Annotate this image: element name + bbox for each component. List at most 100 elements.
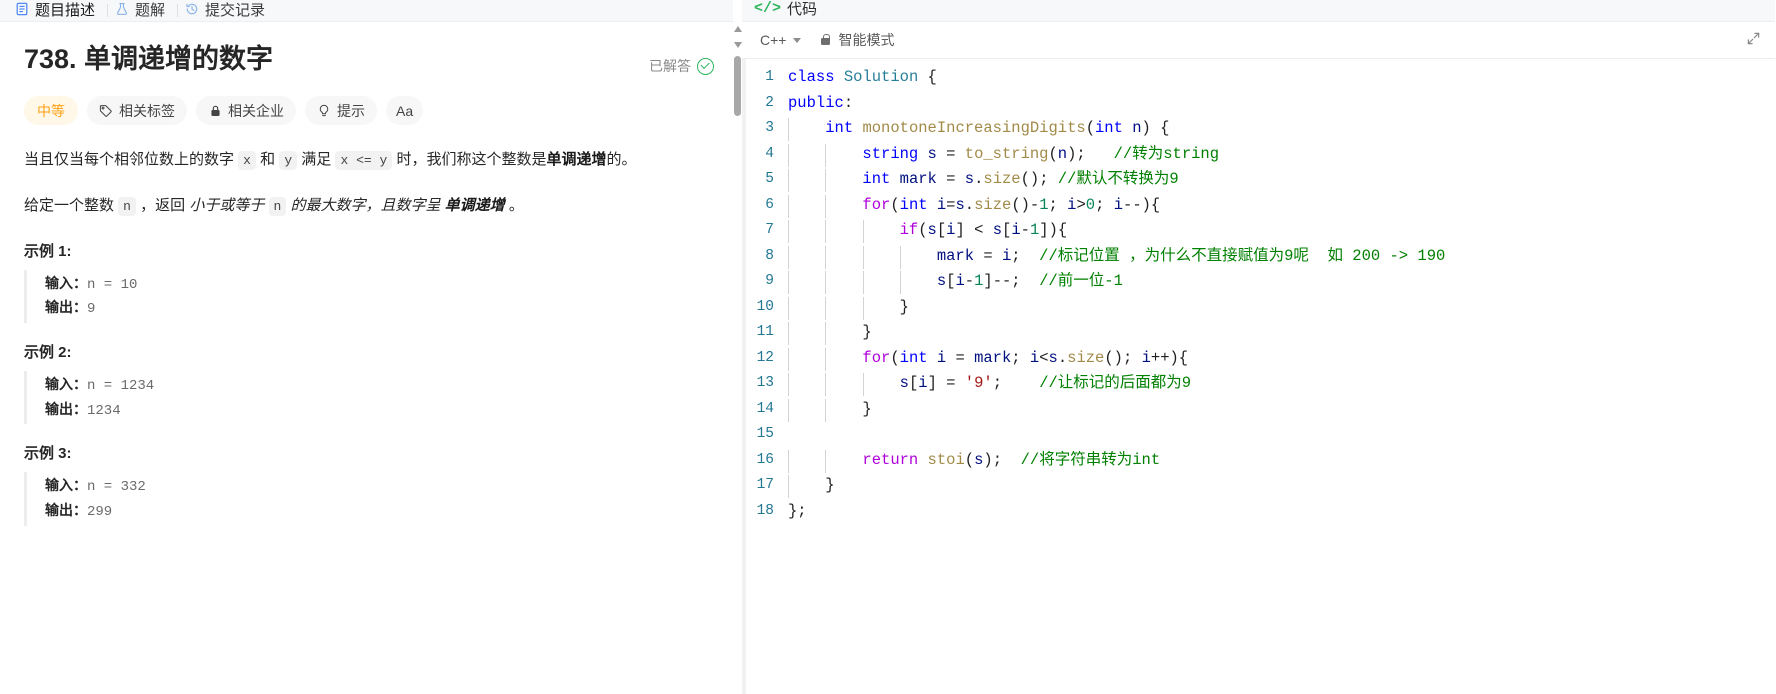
lock-icon: [819, 33, 831, 47]
meta-pill-row: 中等 相关标签 相关企业 提示 Aa: [24, 96, 714, 126]
description-paragraph-2: 给定一个整数 n ，返回 小于或等于 n 的最大数字，且数字呈 单调递增 。: [24, 193, 714, 219]
line-number: 11: [756, 324, 774, 340]
scroll-down-arrow[interactable]: [733, 40, 742, 52]
code-line-text[interactable]: return stoi(s); //将字符串转为int: [788, 448, 1160, 474]
code-line[interactable]: 8 mark = i; //标记位置 ，为什么不直接赋值为9呢 如 200 ->…: [742, 244, 1775, 270]
status-badge: 已解答: [649, 56, 714, 76]
code-line-text[interactable]: string s = to_string(n); //转为string: [788, 142, 1219, 168]
code-line[interactable]: 9 s[i-1]--; //前一位-1: [742, 269, 1775, 295]
tab-solutions[interactable]: 题解: [108, 0, 177, 21]
code-panel: </> 代码 C++ 智能模式 1 class Solution {2 public…: [742, 0, 1775, 694]
line-number: 1: [765, 69, 774, 85]
code-line-text[interactable]: s[i] = '9'; //让标记的后面都为9: [788, 371, 1191, 397]
problem-description: 当且仅当每个相邻位数上的数字 x 和 y 满足 x <= y 时，我们称这个整数…: [24, 147, 714, 220]
hint-label: 提示: [337, 102, 365, 119]
code-line-text[interactable]: };: [788, 499, 807, 525]
tag-icon: [99, 104, 113, 118]
code-line-text[interactable]: }: [788, 473, 835, 499]
line-number: 14: [756, 400, 774, 417]
desc-text: 和: [255, 151, 280, 169]
example-title: 示例 1:: [24, 242, 72, 260]
scroll-up-arrow[interactable]: [733, 24, 742, 36]
difficulty-badge[interactable]: 中等: [24, 96, 78, 126]
code-line-text[interactable]: for(int i=s.size()-1; i>0; i--){: [788, 193, 1160, 219]
scrollbar-thumb[interactable]: [734, 56, 741, 116]
related-companies-label: 相关企业: [228, 102, 284, 119]
code-line[interactable]: 11 }: [742, 320, 1775, 346]
code-line-text[interactable]: if(s[i] < s[i-1]){: [788, 218, 1067, 244]
line-number: 7: [765, 222, 774, 238]
line-number: 5: [765, 171, 774, 187]
code-line[interactable]: 7 if(s[i] < s[i-1]){: [742, 218, 1775, 244]
tab-description[interactable]: 题目描述: [8, 0, 107, 21]
code-line[interactable]: 10 }: [742, 295, 1775, 321]
code-line[interactable]: 16 return stoi(s); //将字符串转为int: [742, 448, 1775, 474]
smart-mode-label: 智能模式: [838, 32, 895, 48]
example-block: 输入：n = 1234 输出：1234: [24, 370, 714, 425]
code-line-text[interactable]: mark = i; //标记位置 ，为什么不直接赋值为9呢 如 200 -> 1…: [788, 244, 1445, 270]
code-line-text[interactable]: public:: [788, 91, 853, 117]
smart-mode-toggle[interactable]: 智能模式: [819, 30, 894, 50]
font-size-button[interactable]: Aa: [386, 96, 424, 126]
desc-text: 的。: [606, 151, 637, 169]
code-line[interactable]: 18};: [742, 499, 1775, 525]
code-line-text[interactable]: class Solution {: [788, 65, 937, 91]
expand-icon[interactable]: [1746, 31, 1761, 50]
desc-text: 给定一个整数: [24, 197, 119, 215]
line-number: 18: [756, 502, 774, 519]
difficulty-label: 中等: [37, 102, 65, 119]
hint-button[interactable]: 提示: [305, 96, 377, 126]
example-input-value: n = 332: [87, 479, 146, 496]
app-root: 题目描述 题解 提交记录 738. 单调递增的数字 已解答 中等 相关标签 相关…: [0, 0, 1776, 694]
code-line[interactable]: 17 }: [742, 473, 1775, 499]
code-line-text[interactable]: int mark = s.size(); //默认不转换为9: [788, 167, 1179, 193]
line-number: 16: [756, 451, 774, 468]
example-output-label: 输出：: [45, 299, 87, 316]
example-input-value: n = 10: [87, 276, 138, 293]
example-1: 示例 1: 输入：n = 10 输出：9: [24, 240, 714, 323]
tab-code[interactable]: </> 代码: [754, 0, 817, 21]
chevron-down-icon: [793, 37, 802, 43]
code-line-text[interactable]: }: [788, 295, 909, 321]
code-line[interactable]: 12 for(int i = mark; i<s.size(); i++){: [742, 346, 1775, 372]
line-number: 4: [765, 145, 774, 162]
inline-code-n2: n: [268, 197, 287, 217]
code-line[interactable]: 5 int mark = s.size(); //默认不转换为9: [742, 167, 1775, 193]
code-tabbar: </> 代码: [742, 0, 1775, 22]
code-line[interactable]: 14 }: [742, 397, 1775, 423]
code-line[interactable]: 4 string s = to_string(n); //转为string: [742, 142, 1775, 168]
code-line[interactable]: 15: [742, 422, 1775, 448]
code-editor[interactable]: 1 class Solution {2 public: 3 int monotoneI…: [742, 59, 1775, 694]
inline-code-n1: n: [118, 197, 136, 217]
page-title: 738. 单调递增的数字: [24, 44, 274, 74]
example-input-label: 输入：: [45, 274, 87, 291]
example-block: 输入：n = 332 输出：299: [24, 472, 714, 526]
language-selector[interactable]: C++: [760, 32, 802, 48]
problem-content: 738. 单调递增的数字 已解答 中等 相关标签 相关企业 提示 Aa 当且仅当…: [0, 22, 741, 694]
flask-icon: [114, 2, 129, 17]
history-icon: [184, 2, 199, 17]
code-line-text[interactable]: s[i-1]--; //前一位-1: [788, 269, 1123, 295]
code-line[interactable]: 2 public:: [742, 91, 1775, 117]
tab-code-label: 代码: [787, 1, 818, 18]
description-paragraph-1: 当且仅当每个相邻位数上的数字 x 和 y 满足 x <= y 时，我们称这个整数…: [24, 147, 714, 173]
code-line[interactable]: 6 for(int i=s.size()-1; i>0; i--){: [742, 193, 1775, 219]
example-output-label: 输出：: [45, 400, 87, 417]
code-line-text[interactable]: for(int i = mark; i<s.size(); i++){: [788, 346, 1188, 372]
line-number: 13: [756, 375, 774, 391]
tab-submissions[interactable]: 提交记录: [178, 0, 277, 21]
code-line-text[interactable]: int monotoneIncreasingDigits(int n) {: [788, 116, 1169, 142]
inline-code-y: y: [279, 151, 298, 171]
code-line[interactable]: 13 s[i] = '9'; //让标记的后面都为9: [742, 371, 1775, 397]
problem-scrollbar[interactable]: [733, 0, 742, 694]
code-line[interactable]: 3 int monotoneIncreasingDigits(int n) {: [742, 116, 1775, 142]
line-number: 17: [756, 477, 774, 493]
related-tags-button[interactable]: 相关标签: [87, 96, 187, 126]
code-line-text[interactable]: }: [788, 320, 872, 346]
lock-icon: [208, 104, 222, 118]
related-companies-button[interactable]: 相关企业: [196, 96, 296, 126]
code-line[interactable]: 1 class Solution {: [742, 65, 1775, 91]
code-toolbar: C++ 智能模式: [742, 22, 1775, 59]
code-line-text[interactable]: }: [788, 397, 872, 423]
desc-text: 当且仅当每个相邻位数上的数字: [24, 151, 239, 169]
